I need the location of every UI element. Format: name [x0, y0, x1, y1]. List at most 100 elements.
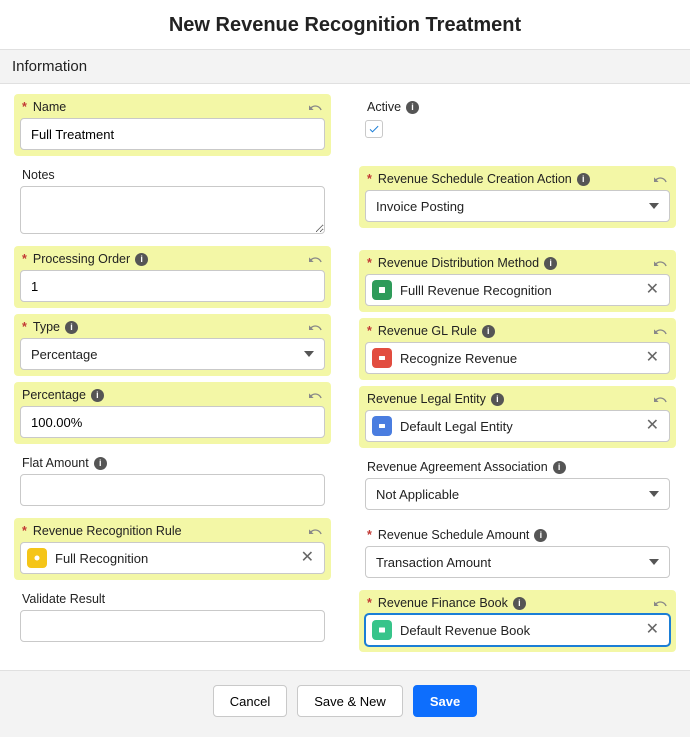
undo-icon[interactable] [307, 524, 323, 540]
undo-icon[interactable] [652, 172, 668, 188]
right-column: Active i * Revenue Schedule Creation Act… [359, 94, 676, 652]
page-title: New Revenue Recognition Treatment [0, 0, 690, 49]
required-marker: * [22, 100, 27, 114]
required-marker: * [367, 172, 372, 186]
field-validate-result: Validate Result [14, 586, 331, 648]
info-icon[interactable]: i [513, 597, 526, 610]
finance-book-value: Default Revenue Book [400, 623, 530, 638]
info-icon[interactable]: i [135, 253, 148, 266]
record-icon [372, 280, 392, 300]
label-schedule-action: Revenue Schedule Creation Action [378, 172, 572, 186]
label-dist-method: Revenue Distribution Method [378, 256, 539, 270]
dist-method-lookup[interactable]: Fulll Revenue Recognition ✕ [365, 274, 670, 306]
field-gl-rule: * Revenue GL Rule i Recognize Revenue ✕ [359, 318, 676, 380]
field-notes: Notes [14, 162, 331, 240]
info-icon[interactable]: i [482, 325, 495, 338]
gl-rule-value: Recognize Revenue [400, 351, 517, 366]
info-icon[interactable]: i [94, 457, 107, 470]
label-schedule-amount: Revenue Schedule Amount [378, 528, 530, 542]
schedule-action-select[interactable]: Invoice Posting [365, 190, 670, 222]
cancel-button[interactable]: Cancel [213, 685, 287, 717]
undo-icon[interactable] [652, 596, 668, 612]
clear-icon[interactable]: ✕ [297, 550, 318, 566]
schedule-amount-select[interactable]: Transaction Amount [365, 546, 670, 578]
label-agreement-assoc: Revenue Agreement Association [367, 460, 548, 474]
clear-icon[interactable]: ✕ [642, 622, 663, 638]
chevron-down-icon [649, 203, 659, 209]
flat-amount-input[interactable] [20, 474, 325, 506]
active-checkbox[interactable] [365, 120, 383, 138]
info-icon[interactable]: i [65, 321, 78, 334]
left-column: * Name Notes * Processing Order i * [14, 94, 331, 652]
label-name: Name [33, 100, 66, 114]
info-icon[interactable]: i [553, 461, 566, 474]
save-button[interactable]: Save [413, 685, 477, 717]
label-active: Active [367, 100, 401, 114]
type-value: Percentage [31, 347, 98, 362]
schedule-action-value: Invoice Posting [376, 199, 464, 214]
record-icon [27, 548, 47, 568]
undo-icon[interactable] [652, 324, 668, 340]
info-icon[interactable]: i [544, 257, 557, 270]
info-icon[interactable]: i [491, 393, 504, 406]
undo-icon[interactable] [307, 320, 323, 336]
save-and-new-button[interactable]: Save & New [297, 685, 403, 717]
clear-icon[interactable]: ✕ [642, 350, 663, 366]
name-input[interactable] [20, 118, 325, 150]
undo-icon[interactable] [652, 392, 668, 408]
agreement-assoc-value: Not Applicable [376, 487, 459, 502]
section-header-information: Information [0, 49, 690, 84]
required-marker: * [22, 524, 27, 538]
required-marker: * [367, 324, 372, 338]
rev-rec-rule-lookup[interactable]: Full Recognition ✕ [20, 542, 325, 574]
finance-book-lookup[interactable]: Default Revenue Book ✕ [365, 614, 670, 646]
required-marker: * [367, 528, 372, 542]
field-type: * Type i Percentage [14, 314, 331, 376]
field-finance-book: * Revenue Finance Book i Default Revenue… [359, 590, 676, 652]
agreement-assoc-select[interactable]: Not Applicable [365, 478, 670, 510]
label-processing-order: Processing Order [33, 252, 130, 266]
field-percentage: Percentage i [14, 382, 331, 444]
record-icon [372, 348, 392, 368]
info-icon[interactable]: i [534, 529, 547, 542]
field-flat-amount: Flat Amount i [14, 450, 331, 512]
info-icon[interactable]: i [577, 173, 590, 186]
field-schedule-action: * Revenue Schedule Creation Action i Inv… [359, 166, 676, 228]
label-type: Type [33, 320, 60, 334]
dist-method-value: Fulll Revenue Recognition [400, 283, 552, 298]
rev-rec-rule-value: Full Recognition [55, 551, 148, 566]
label-legal-entity: Revenue Legal Entity [367, 392, 486, 406]
label-rev-rec-rule: Revenue Recognition Rule [33, 524, 182, 538]
percentage-input[interactable] [20, 406, 325, 438]
undo-icon[interactable] [307, 388, 323, 404]
chevron-down-icon [304, 351, 314, 357]
processing-order-input[interactable] [20, 270, 325, 302]
info-icon[interactable]: i [91, 389, 104, 402]
field-legal-entity: Revenue Legal Entity i Default Legal Ent… [359, 386, 676, 448]
label-finance-book: Revenue Finance Book [378, 596, 508, 610]
required-marker: * [367, 256, 372, 270]
validate-result-input[interactable] [20, 610, 325, 642]
undo-icon[interactable] [307, 100, 323, 116]
gl-rule-lookup[interactable]: Recognize Revenue ✕ [365, 342, 670, 374]
required-marker: * [22, 320, 27, 334]
chevron-down-icon [649, 491, 659, 497]
info-icon[interactable]: i [406, 101, 419, 114]
field-dist-method: * Revenue Distribution Method i Fulll Re… [359, 250, 676, 312]
legal-entity-lookup[interactable]: Default Legal Entity ✕ [365, 410, 670, 442]
form-body: * Name Notes * Processing Order i * [0, 84, 690, 670]
notes-textarea[interactable] [20, 186, 325, 234]
label-gl-rule: Revenue GL Rule [378, 324, 477, 338]
legal-entity-value: Default Legal Entity [400, 419, 513, 434]
field-processing-order: * Processing Order i [14, 246, 331, 308]
field-revenue-recognition-rule: * Revenue Recognition Rule Full Recognit… [14, 518, 331, 580]
clear-icon[interactable]: ✕ [642, 282, 663, 298]
field-agreement-assoc: Revenue Agreement Association i Not Appl… [359, 454, 676, 516]
undo-icon[interactable] [307, 252, 323, 268]
undo-icon[interactable] [652, 256, 668, 272]
clear-icon[interactable]: ✕ [642, 418, 663, 434]
schedule-amount-value: Transaction Amount [376, 555, 491, 570]
footer: Cancel Save & New Save [0, 670, 690, 737]
record-icon [372, 620, 392, 640]
type-select[interactable]: Percentage [20, 338, 325, 370]
